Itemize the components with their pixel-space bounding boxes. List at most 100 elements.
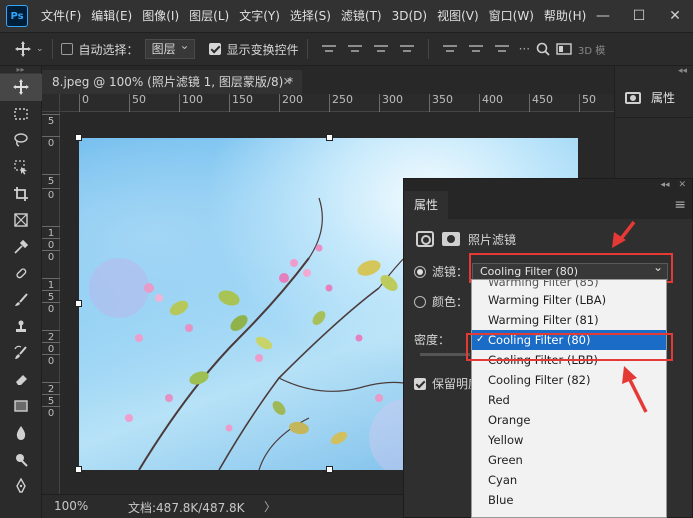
- marquee-tool-icon[interactable]: [0, 101, 42, 128]
- menu-file[interactable]: 文件(F): [36, 0, 86, 32]
- panel-titlebar[interactable]: ◂◂ ✕: [404, 179, 692, 191]
- color-radio[interactable]: [414, 295, 426, 308]
- density-slider[interactable]: [420, 353, 470, 356]
- toolbar-grip[interactable]: ▸▸: [0, 66, 41, 74]
- divider: [51, 39, 53, 59]
- list-item[interactable]: Cooling Filter (82): [472, 370, 666, 390]
- maximize-button[interactable]: ☐: [621, 0, 657, 32]
- list-item[interactable]: Warming Filter (85): [472, 280, 666, 290]
- photo-filter-icon[interactable]: [416, 231, 434, 247]
- density-label: 密度：: [414, 333, 451, 347]
- ruler-tick: 250: [329, 94, 353, 112]
- ruler-tick: 450: [529, 94, 553, 112]
- close-tab-icon[interactable]: ✕: [283, 70, 292, 94]
- distribute-bottom-icon[interactable]: [494, 42, 509, 56]
- close-button[interactable]: ✕: [657, 0, 693, 32]
- list-item[interactable]: Yellow: [472, 430, 666, 450]
- clone-stamp-tool-icon[interactable]: [0, 313, 42, 340]
- align-top-icon[interactable]: [321, 42, 336, 56]
- move-tool-icon[interactable]: [0, 74, 42, 101]
- more-options-icon[interactable]: ···: [519, 42, 530, 56]
- filter-label: 滤镜：: [432, 265, 469, 279]
- menu-type[interactable]: 文字(Y): [234, 0, 285, 32]
- eyedropper-tool-icon[interactable]: [0, 234, 42, 261]
- dodge-tool-icon[interactable]: [0, 446, 42, 473]
- menu-window[interactable]: 窗口(W): [484, 0, 539, 32]
- menu-bar: Ps 文件(F) 编辑(E) 图像(I) 图层(L) 文字(Y) 选择(S) 滤…: [0, 0, 693, 32]
- align-left-icon[interactable]: [399, 42, 414, 56]
- document-tab[interactable]: 8.jpeg @ 100% (照片滤镜 1, 图层蒙版/8) * ✕: [42, 70, 302, 94]
- workspace-icon[interactable]: [556, 43, 572, 55]
- layer-mask-icon[interactable]: [442, 232, 460, 246]
- transform-handle[interactable]: [75, 466, 82, 473]
- eraser-tool-icon[interactable]: [0, 367, 42, 394]
- crop-tool-icon[interactable]: [0, 180, 42, 207]
- transform-handle[interactable]: [75, 300, 82, 307]
- lasso-tool-icon[interactable]: [0, 127, 42, 154]
- photoshop-logo[interactable]: Ps: [6, 5, 28, 27]
- close-panel-icon[interactable]: ✕: [678, 180, 686, 190]
- move-tool-icon[interactable]: [14, 40, 32, 58]
- menu-view[interactable]: 视图(V): [432, 0, 484, 32]
- window-controls: — ☐ ✕: [585, 0, 693, 32]
- menu-edit[interactable]: 编辑(E): [86, 0, 137, 32]
- list-item[interactable]: Green: [472, 450, 666, 470]
- align-bottom-icon[interactable]: [373, 42, 388, 56]
- gradient-tool-icon[interactable]: [0, 393, 42, 420]
- tab-properties[interactable]: 属性: [404, 191, 448, 219]
- filter-radio[interactable]: [414, 265, 426, 278]
- horizontal-ruler[interactable]: 0 50 100 150 200 250 300 350 400 450 50: [60, 94, 614, 112]
- panel-tab-row: 属性 ≡: [404, 191, 692, 219]
- align-vcenter-icon[interactable]: [347, 42, 362, 56]
- ruler-tick: 350: [429, 94, 453, 112]
- transform-handle[interactable]: [326, 466, 333, 473]
- menu-image[interactable]: 图像(I): [137, 0, 184, 32]
- minimize-button[interactable]: —: [585, 0, 621, 32]
- list-item[interactable]: Cyan: [472, 470, 666, 490]
- transform-handle[interactable]: [75, 134, 82, 141]
- ruler-tick: 0: [79, 94, 89, 112]
- history-brush-tool-icon[interactable]: [0, 340, 42, 367]
- preserve-luminosity-checkbox[interactable]: [414, 377, 426, 390]
- panel-menu-icon[interactable]: ≡: [674, 197, 686, 213]
- document-tab-title: 8.jpeg @ 100% (照片滤镜 1, 图层蒙版/8) *: [52, 75, 294, 89]
- pen-tool-icon[interactable]: [0, 473, 42, 500]
- frame-tool-icon[interactable]: [0, 207, 42, 234]
- transform-handle[interactable]: [326, 134, 333, 141]
- zoom-level[interactable]: 100%: [54, 499, 88, 513]
- list-item[interactable]: Warming Filter (LBA): [472, 290, 666, 310]
- filter-options-list[interactable]: Warming Filter (85) Warming Filter (LBA)…: [471, 279, 667, 518]
- menu-filter[interactable]: 滤镜(T): [336, 0, 387, 32]
- list-item[interactable]: Blue: [472, 490, 666, 510]
- document-tab-bar: 8.jpeg @ 100% (照片滤镜 1, 图层蒙版/8) * ✕: [42, 66, 614, 94]
- ruler-tick: 50: [129, 94, 146, 112]
- list-item[interactable]: Warming Filter (81): [472, 310, 666, 330]
- ruler-tick: 0: [42, 406, 60, 419]
- search-icon[interactable]: [536, 42, 550, 56]
- status-menu-icon[interactable]: 〉: [264, 498, 276, 515]
- brush-tool-icon[interactable]: [0, 287, 42, 314]
- menu-help[interactable]: 帮助(H): [539, 0, 591, 32]
- vertical-ruler[interactable]: 5 0 5 0 1 0 0 1 5 0 2 0 0 2 5 0: [42, 112, 60, 494]
- distribute-top-icon[interactable]: [442, 42, 457, 56]
- collapse-panels-icon[interactable]: ◂◂: [615, 66, 693, 78]
- chevron-down-icon[interactable]: ⌄: [36, 44, 44, 54]
- blur-tool-icon[interactable]: [0, 420, 42, 447]
- list-item[interactable]: Orange: [472, 410, 666, 430]
- menu-select[interactable]: 选择(S): [285, 0, 336, 32]
- menu-layer[interactable]: 图层(L): [184, 0, 234, 32]
- divider: [306, 39, 308, 59]
- list-item[interactable]: Red: [472, 390, 666, 410]
- collapse-icon[interactable]: ◂◂: [661, 180, 670, 190]
- show-transform-checkbox[interactable]: [208, 43, 221, 55]
- healing-brush-tool-icon[interactable]: [0, 260, 42, 287]
- properties-panel-button[interactable]: 属性: [615, 78, 693, 118]
- layer-select-dropdown[interactable]: 图层: [144, 36, 195, 59]
- ruler-tick: 200: [279, 94, 303, 112]
- object-select-tool-icon[interactable]: [0, 154, 42, 181]
- color-label: 颜色：: [432, 295, 469, 309]
- auto-select-checkbox[interactable]: [60, 43, 73, 55]
- menu-3d[interactable]: 3D(D): [387, 0, 432, 32]
- mode-3d-label[interactable]: 3D 模: [578, 42, 605, 57]
- distribute-vcenter-icon[interactable]: [468, 42, 483, 56]
